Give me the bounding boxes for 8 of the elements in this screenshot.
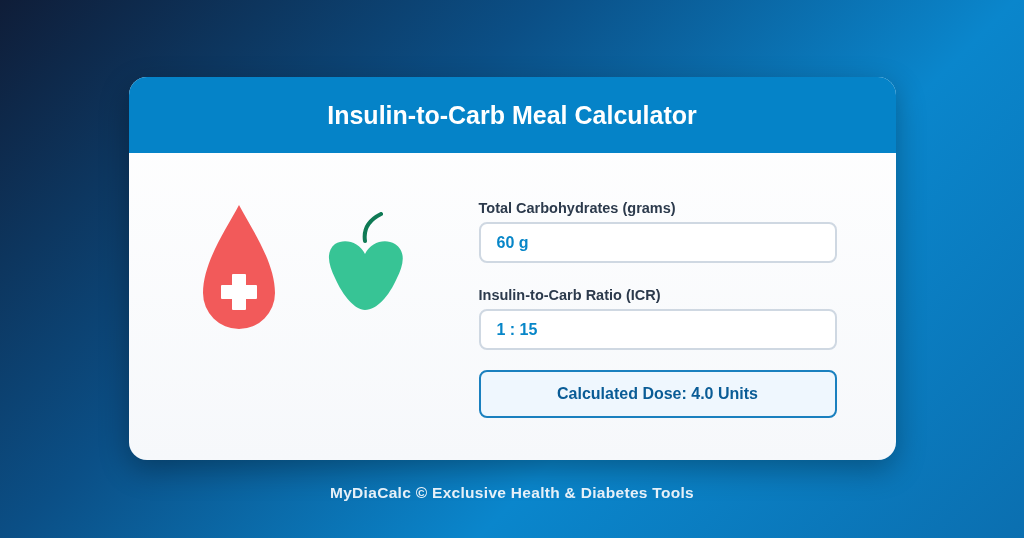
footer-text: MyDiaCalc © Exclusive Health & Diabetes Tools [330,484,694,502]
apple-icon [326,212,405,310]
card-title: Insulin-to-Carb Meal Calculator [327,100,697,130]
input-field[interactable]: 60 g [478,222,837,263]
input-field[interactable]: 1 : 15 [478,309,837,350]
field-label: Total Carbohydrates (grams) [478,200,677,216]
result-box: Calculated Dose: 4.0 Units [478,370,837,418]
field-label: Insulin-to-Carb Ratio (ICR) [478,287,662,303]
